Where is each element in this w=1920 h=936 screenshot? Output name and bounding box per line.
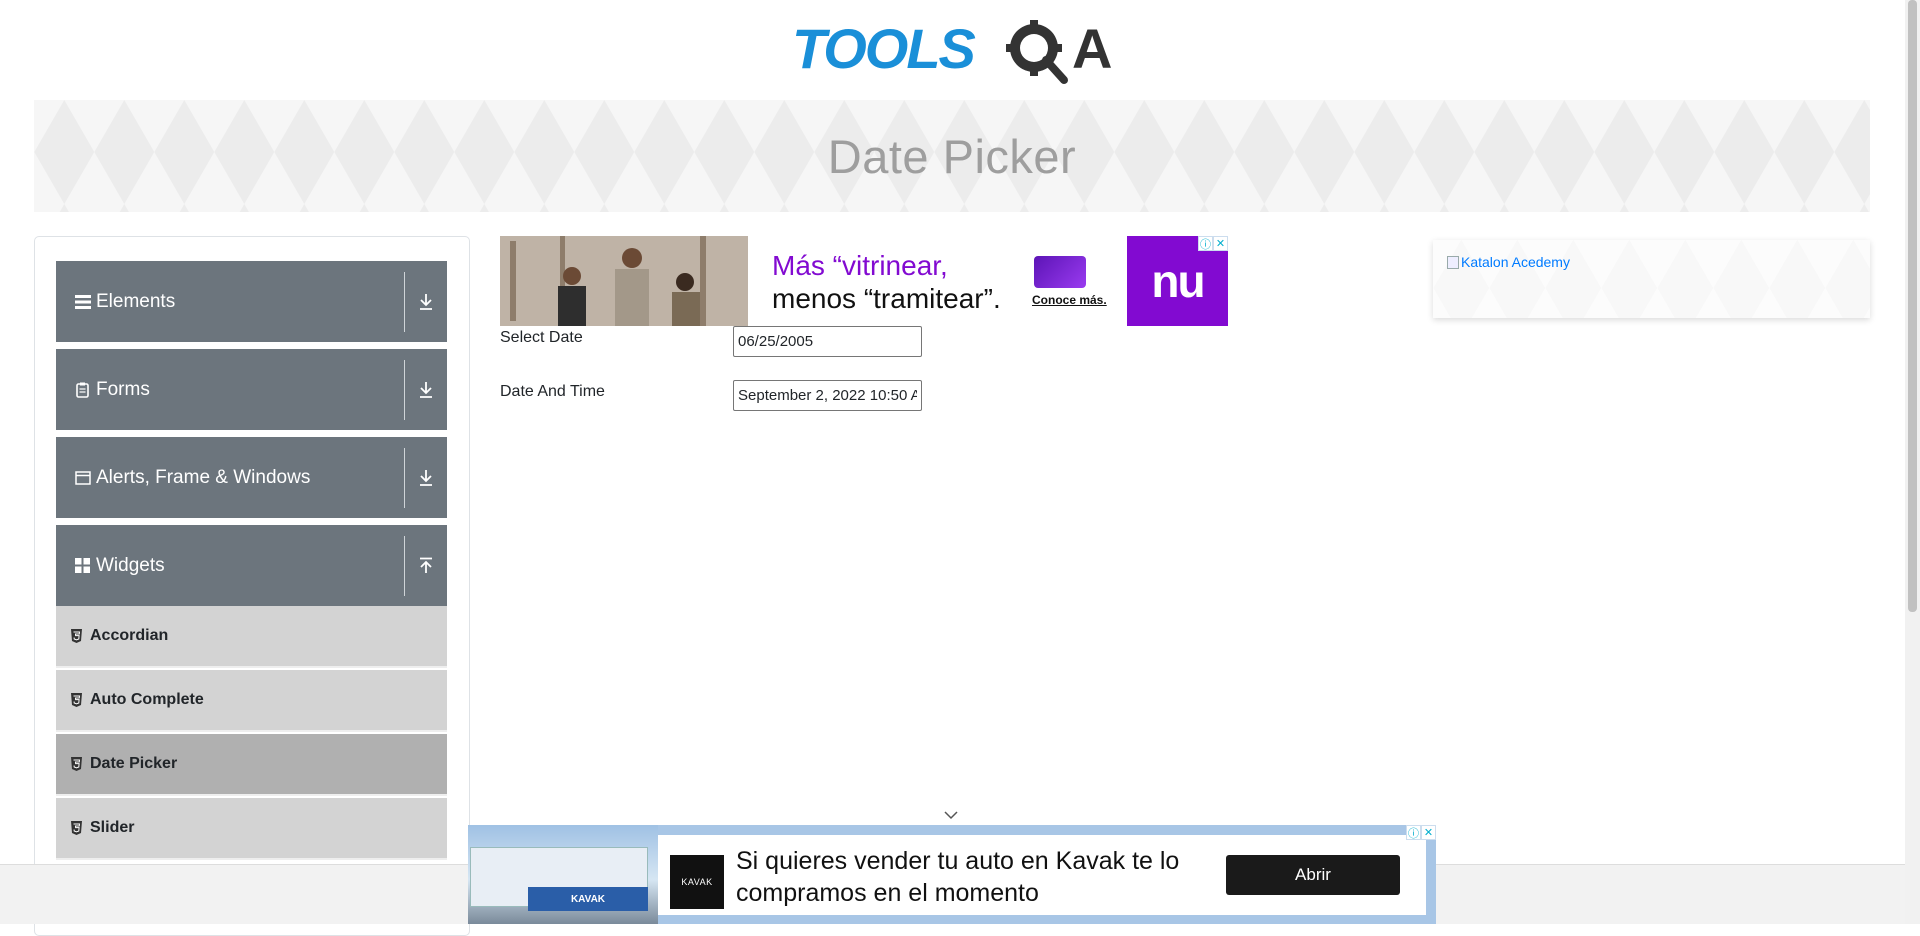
date-and-time-label: Date And Time xyxy=(500,383,605,400)
ad-badges: ⓘ ✕ xyxy=(1198,236,1228,251)
expand-toggle[interactable] xyxy=(405,261,447,342)
upload-arrow-icon xyxy=(420,557,432,573)
sidebar-item-date-picker[interactable]: Date Picker xyxy=(56,734,447,796)
abrir-button[interactable]: Abrir xyxy=(1226,855,1400,895)
ad-truck-image: KAVAK xyxy=(468,825,658,924)
html5-icon xyxy=(71,757,82,771)
window-icon xyxy=(74,469,91,486)
header: TOOLS A xyxy=(0,0,1905,100)
page-banner: Date Picker xyxy=(34,100,1870,212)
scrollbar-thumb[interactable] xyxy=(1908,0,1917,612)
kavak-logo: KAVAK xyxy=(670,855,724,909)
select-date-input[interactable] xyxy=(733,326,922,357)
ad-info-icon[interactable]: ⓘ xyxy=(1198,236,1213,251)
expand-toggle[interactable] xyxy=(405,437,447,518)
ad-headline-line2: menos “tramitear”. xyxy=(772,283,1001,314)
sidebar-group-alerts-frame-windows[interactable]: Alerts, Frame & Windows xyxy=(56,437,447,518)
sidebar-item-auto-complete[interactable]: Auto Complete xyxy=(56,670,447,732)
advertisement-bottom[interactable]: KAVAK KAVAK Si quieres vender tu auto en… xyxy=(468,825,1436,924)
date-and-time-input[interactable] xyxy=(733,380,922,411)
divider xyxy=(404,271,405,332)
sidebar-group-forms[interactable]: Forms xyxy=(56,349,447,430)
page-title: Date Picker xyxy=(827,129,1077,183)
ad-close-icon[interactable]: ✕ xyxy=(1421,825,1436,840)
broken-image-icon xyxy=(1447,255,1459,269)
ad-message: Si quieres vender tu auto en Kavak te lo… xyxy=(736,847,1180,907)
advertisement-top[interactable]: Más “vitrinear, menos “tramitear”. Conoc… xyxy=(500,236,1228,326)
gear-magnifier-icon xyxy=(1006,20,1068,84)
logo-text-a: A xyxy=(1072,17,1112,80)
katalon-ad-alt-text: Katalon Acedemy xyxy=(1461,254,1570,270)
ad-badges: ⓘ ✕ xyxy=(1406,825,1436,840)
expand-toggle[interactable] xyxy=(405,349,447,430)
sidebar-item-label: Slider xyxy=(90,819,135,836)
logo-text-tools: TOOLS xyxy=(792,17,976,80)
ad-cta-link[interactable]: Conoce más. xyxy=(1032,293,1107,307)
clipboard-icon xyxy=(74,381,91,398)
divider xyxy=(404,447,405,508)
sidebar-item-accordian[interactable]: Accordian xyxy=(56,606,447,668)
credit-card-icon xyxy=(1034,256,1086,288)
sidebar-group-label: Widgets xyxy=(96,554,165,576)
ad-panel: KAVAK Si quieres vender tu auto en Kavak… xyxy=(658,835,1426,915)
sidebar-item-label: Date Picker xyxy=(90,755,178,772)
sidebar-item-slider[interactable]: Slider xyxy=(56,798,447,860)
html5-icon xyxy=(71,693,82,707)
download-arrow-icon xyxy=(420,293,432,310)
toolsqa-logo[interactable]: TOOLS A xyxy=(792,16,1114,90)
ad-photo xyxy=(500,236,748,326)
sidebar-group-label: Alerts, Frame & Windows xyxy=(96,466,311,488)
ad-close-icon[interactable]: ✕ xyxy=(1213,236,1228,251)
truck-brand-strip: KAVAK xyxy=(528,887,648,911)
page-scrollbar[interactable] xyxy=(1905,0,1920,924)
sidebar-item-label: Auto Complete xyxy=(90,691,204,708)
hamburger-icon xyxy=(74,293,91,310)
ad-headline-line1: Más “vitrinear, xyxy=(772,250,948,281)
ad-info-icon[interactable]: ⓘ xyxy=(1406,825,1421,840)
katalon-ad-link[interactable]: Katalon Acedemy xyxy=(1447,254,1570,270)
sidebar-group-label: Forms xyxy=(96,378,150,400)
sidebar-group-widgets[interactable]: Widgets xyxy=(56,525,447,606)
chevron-down-icon[interactable] xyxy=(943,808,959,820)
html5-icon xyxy=(71,821,82,835)
katalon-ad[interactable]: Katalon Acedemy xyxy=(1433,240,1870,318)
sidebar-item-label: Accordian xyxy=(90,627,169,644)
grid-icon xyxy=(74,557,91,574)
ad-headline: Más “vitrinear, menos “tramitear”. xyxy=(772,249,1001,315)
sidebar-group-elements[interactable]: Elements xyxy=(56,261,447,342)
sidebar-group-label: Elements xyxy=(96,290,176,312)
download-arrow-icon xyxy=(420,381,432,398)
divider xyxy=(404,359,405,420)
html5-icon xyxy=(71,629,82,643)
download-arrow-icon xyxy=(420,469,432,486)
divider xyxy=(404,535,405,596)
collapse-toggle[interactable] xyxy=(405,525,447,606)
select-date-label: Select Date xyxy=(500,329,583,346)
left-panel: Elements Forms Alerts, Frame & Windows W… xyxy=(34,236,470,936)
